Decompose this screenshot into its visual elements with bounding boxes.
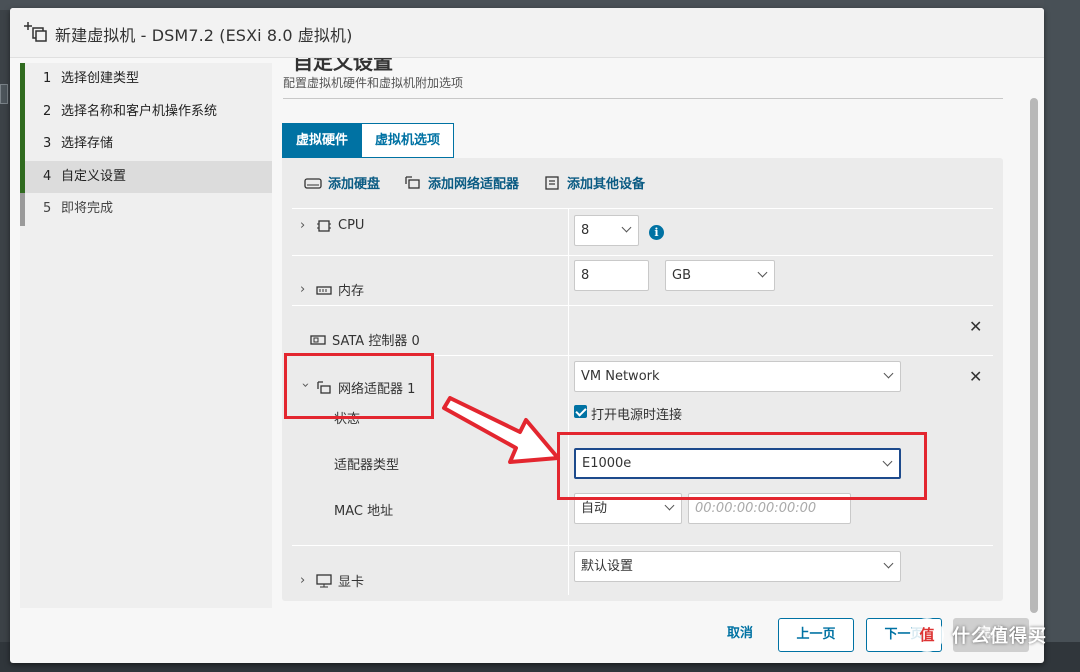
adapter-type-label: 适配器类型 — [334, 458, 400, 473]
remove-sata-icon[interactable]: ✕ — [969, 317, 982, 336]
back-button[interactable]: 上一页 — [778, 618, 854, 652]
step-4-current[interactable]: 4 自定义设置 — [20, 160, 272, 193]
add-disk-button[interactable]: 添加硬盘 — [304, 173, 380, 192]
cancel-button[interactable]: 取消 — [700, 618, 780, 652]
dialog-title: 新建虚拟机 - DSM7.2 (ESXi 8.0 虚拟机) — [55, 26, 353, 45]
memory-unit-value: GB — [672, 268, 691, 283]
tab-bar: 虚拟硬件 虚拟机选项 — [282, 123, 455, 158]
step-number: 2 — [43, 103, 52, 119]
cpu-count-value: 8 — [581, 223, 590, 238]
chevron-right-icon: › — [300, 218, 306, 233]
step-label: 选择存储 — [61, 136, 114, 151]
remove-network-adapter-icon[interactable]: ✕ — [969, 367, 982, 386]
info-icon[interactable]: i — [649, 225, 664, 240]
cpu-count-select[interactable]: 8 — [574, 215, 639, 246]
watermark: 值 什么值得买 — [910, 618, 1047, 652]
device-icon — [545, 175, 559, 190]
highlight-box-adapter-type — [557, 432, 927, 500]
content-subtitle: 配置虚拟机硬件和虚拟机附加选项 — [283, 76, 464, 90]
sata-row: SATA 控制器 0 ✕ — [292, 305, 993, 355]
watermark-text: 什么值得买 — [952, 626, 1047, 647]
network-value: VM Network — [581, 369, 660, 384]
step-2[interactable]: 2 选择名称和客户机操作系统 — [20, 95, 272, 128]
memory-label[interactable]: › 内存 — [300, 280, 364, 299]
network-adapter-icon — [405, 175, 420, 189]
add-disk-label: 添加硬盘 — [328, 177, 381, 192]
chevron-down-icon — [621, 222, 632, 233]
cpu-row: › CPU 8 i — [292, 208, 993, 255]
memory-label-text: 内存 — [338, 284, 365, 299]
step-label: 自定义设置 — [61, 168, 127, 184]
chevron-down-icon — [664, 500, 675, 511]
row-value-cell — [568, 306, 993, 355]
network-select[interactable]: VM Network — [574, 361, 901, 392]
disk-icon — [304, 177, 322, 189]
step-1[interactable]: 1 选择创建类型 — [20, 63, 272, 96]
content-heading-clip: 自定义设置 — [293, 58, 493, 72]
dialog-footer: 取消 上一页 下一页 完成 — [20, 612, 1044, 663]
chevron-down-icon — [757, 267, 768, 278]
video-card-label-text: 显卡 — [338, 575, 365, 590]
cpu-icon — [317, 219, 331, 232]
add-network-adapter-label: 添加网络适配器 — [428, 177, 520, 192]
step-label: 选择创建类型 — [61, 71, 140, 86]
connect-on-power-checkbox[interactable] — [574, 405, 587, 418]
sata-label: SATA 控制器 0 — [310, 330, 420, 349]
new-vm-dialog: 新建虚拟机 - DSM7.2 (ESXi 8.0 虚拟机) 1 选择创建类型 2选… — [10, 8, 1044, 663]
mac-mode-value: 自动 — [581, 501, 608, 516]
video-settings-select[interactable]: 默认设置 — [574, 551, 901, 582]
divider — [283, 98, 1003, 99]
monitor-icon — [316, 573, 332, 587]
memory-row: › 内存 8 GB — [292, 255, 993, 305]
sata-label-text: SATA 控制器 0 — [332, 334, 420, 349]
background-right — [1044, 0, 1080, 672]
add-network-adapter-button[interactable]: 添加网络适配器 — [404, 173, 519, 192]
step-3[interactable]: 3 选择存储 — [20, 128, 272, 161]
add-other-device-button[interactable]: 添加其他设备 — [543, 173, 645, 192]
arrow-annotation-icon — [442, 396, 560, 464]
scrollbar[interactable] — [1030, 98, 1038, 613]
step-number: 5 — [43, 201, 52, 216]
add-other-device-label: 添加其他设备 — [567, 177, 646, 192]
hardware-toolbar: 添加硬盘 添加网络适配器 添加其他设备 — [304, 173, 645, 192]
step-number: 4 — [43, 168, 52, 184]
watermark-badge: 值 — [910, 618, 944, 652]
tab-virtual-hardware[interactable]: 虚拟硬件 — [282, 123, 363, 158]
tab-vm-options[interactable]: 虚拟机选项 — [362, 123, 455, 158]
chevron-down-icon — [883, 558, 894, 569]
step-label: 即将完成 — [61, 201, 114, 216]
chevron-down-icon — [883, 368, 894, 379]
cpu-label-text: CPU — [338, 218, 365, 233]
new-vm-icon — [24, 22, 47, 42]
controller-icon — [310, 334, 326, 345]
cpu-label[interactable]: › CPU — [300, 218, 364, 233]
content-heading: 自定义设置 — [293, 58, 393, 72]
video-settings-value: 默认设置 — [581, 559, 634, 574]
background-marker — [0, 84, 8, 104]
step-number: 3 — [43, 136, 52, 151]
memory-size-input[interactable]: 8 — [574, 260, 649, 291]
highlight-box-network-adapter — [284, 353, 434, 419]
memory-icon — [316, 285, 332, 295]
chevron-right-icon: › — [300, 282, 306, 297]
video-card-label[interactable]: › 显卡 — [300, 571, 364, 590]
chevron-right-icon: › — [300, 573, 306, 588]
mac-address-label: MAC 地址 — [334, 504, 394, 519]
memory-unit-select[interactable]: GB — [665, 260, 775, 291]
step-5[interactable]: 5 即将完成 — [20, 193, 272, 226]
step-number: 1 — [43, 71, 52, 86]
step-label: 选择名称和客户机操作系统 — [61, 103, 218, 119]
video-card-row: › 显卡 默认设置 — [292, 545, 993, 595]
wizard-steps: 1 选择创建类型 2 选择名称和客户机操作系统 3 选择存储 4 自定义设置 5 即将完成 — [20, 63, 272, 608]
connect-on-power-label: 打开电源时连接 — [591, 408, 683, 423]
dialog-header: 新建虚拟机 - DSM7.2 (ESXi 8.0 虚拟机) — [10, 8, 1044, 58]
